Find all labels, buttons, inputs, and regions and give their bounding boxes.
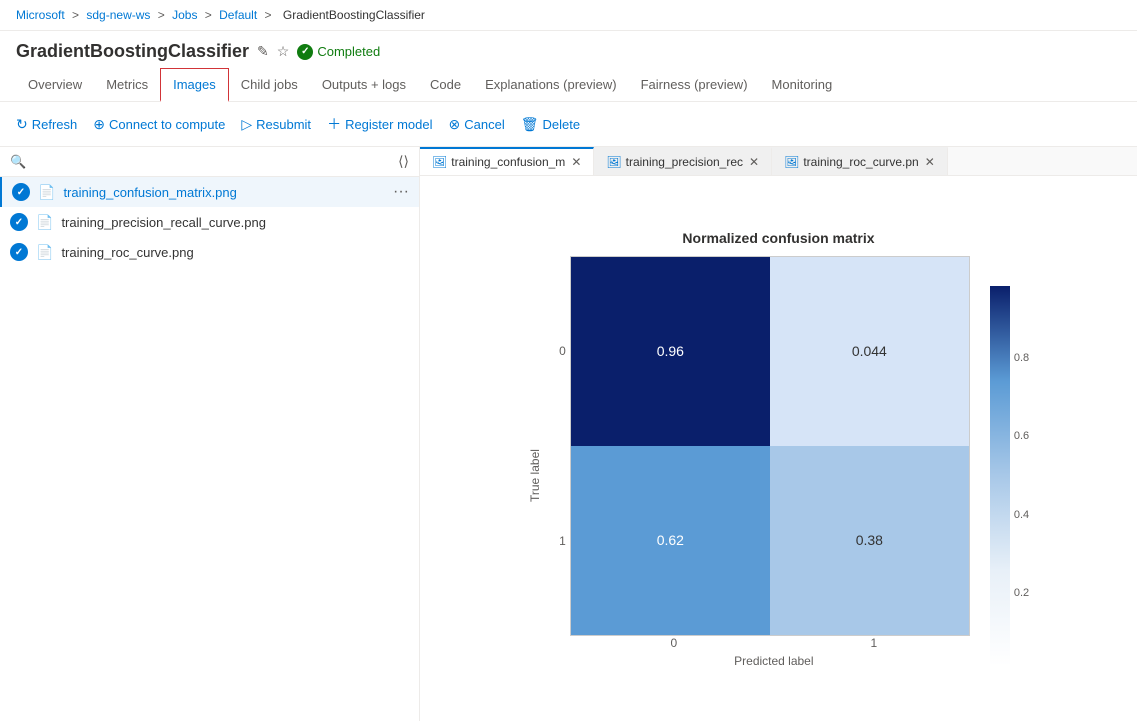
colorbar-tick-3: 0.2 — [1014, 587, 1029, 599]
y-label-0: 0 — [550, 344, 566, 358]
tabs-bar: Overview Metrics Images Child jobs Outpu… — [0, 68, 1137, 102]
tab-code[interactable]: Code — [418, 69, 473, 102]
refresh-button[interactable]: ↻ Refresh — [16, 112, 77, 137]
y-axis-label: True label — [528, 286, 542, 666]
collapse-button[interactable]: ⟨⟩ — [398, 153, 409, 170]
matrix-grid: 0.96 0.044 0.62 0.38 — [570, 256, 970, 636]
main-layout: 🔍 ⟨⟩ 📄 training_confusion_matrix.png ···… — [0, 147, 1137, 721]
matrix-cell-0-1: 0.044 — [770, 257, 969, 446]
colorbar-tick-2: 0.4 — [1014, 509, 1029, 521]
check-icon-1 — [10, 213, 28, 231]
file-item-2[interactable]: 📄 training_roc_curve.png — [0, 237, 419, 267]
image-tab-2[interactable]: 🖼 training_roc_curve.pn ✕ — [772, 147, 948, 175]
colorbar-tick-1: 0.6 — [1014, 430, 1029, 442]
x-label-0: 0 — [574, 636, 774, 650]
tab-child-jobs[interactable]: Child jobs — [229, 69, 310, 102]
delete-button[interactable]: 🗑 Delete — [521, 112, 580, 137]
delete-icon: 🗑 — [521, 116, 539, 133]
image-tab-close-2[interactable]: ✕ — [925, 155, 935, 169]
x-axis-title: Predicted label — [574, 654, 974, 668]
chart-area: Normalized confusion matrix True label 0… — [420, 176, 1137, 721]
status-label: Completed — [317, 44, 380, 59]
resubmit-button[interactable]: ▷ Resubmit — [241, 112, 311, 137]
breadcrumb-current: GradientBoostingClassifier — [283, 8, 425, 22]
connect-button[interactable]: ⊕ Connect to compute — [93, 112, 225, 137]
refresh-icon: ↻ — [16, 116, 28, 133]
right-panel: 🖼 training_confusion_m ✕ 🖼 training_prec… — [420, 147, 1137, 721]
search-input[interactable] — [32, 154, 392, 169]
tab-monitoring[interactable]: Monitoring — [760, 69, 845, 102]
image-tabs: 🖼 training_confusion_m ✕ 🖼 training_prec… — [420, 147, 1137, 176]
status-badge: Completed — [297, 44, 380, 60]
x-axis-labels: 0 1 — [574, 636, 974, 650]
star-icon[interactable]: ☆ — [277, 43, 290, 60]
image-tab-1[interactable]: 🖼 training_precision_rec ✕ — [594, 147, 772, 175]
cancel-button[interactable]: ⊗ Cancel — [449, 112, 505, 137]
doc-icon-0: 📄 — [38, 184, 55, 201]
resubmit-icon: ▷ — [241, 116, 252, 133]
y-label-1: 1 — [550, 534, 566, 548]
tab-fairness[interactable]: Fairness (preview) — [629, 69, 760, 102]
image-tab-icon-2: 🖼 — [784, 155, 799, 169]
image-tab-label-0: training_confusion_m — [451, 155, 565, 169]
search-bar: 🔍 ⟨⟩ — [0, 147, 419, 177]
register-button[interactable]: ＋ Register model — [327, 110, 432, 138]
colorbar-gradient — [990, 286, 1010, 666]
x-label-1: 1 — [774, 636, 974, 650]
image-tab-close-0[interactable]: ✕ — [571, 155, 581, 169]
search-icon: 🔍 — [10, 154, 26, 170]
colorbar-tick-0: 0.8 — [1014, 352, 1029, 364]
page-header: GradientBoostingClassifier ✎ ☆ Completed — [0, 31, 1137, 68]
matrix-cell-1-1: 0.38 — [770, 446, 969, 635]
breadcrumb-workspace[interactable]: sdg-new-ws — [86, 8, 150, 22]
image-tab-label-1: training_precision_rec — [626, 155, 743, 169]
file-name-0[interactable]: training_confusion_matrix.png — [63, 185, 385, 200]
colorbar-labels: 0.8 0.6 0.4 0.2 — [1014, 286, 1029, 666]
doc-icon-2: 📄 — [36, 244, 53, 261]
chart-container: Normalized confusion matrix True label 0… — [528, 230, 1029, 668]
breadcrumb-jobs[interactable]: Jobs — [172, 8, 197, 22]
chart-title: Normalized confusion matrix — [528, 230, 1029, 246]
toolbar: ↻ Refresh ⊕ Connect to compute ▷ Resubmi… — [0, 102, 1137, 147]
breadcrumb: Microsoft > sdg-new-ws > Jobs > Default … — [0, 0, 1137, 31]
check-icon-0 — [12, 183, 30, 201]
tab-images[interactable]: Images — [160, 68, 229, 102]
doc-icon-1: 📄 — [36, 214, 53, 231]
image-tab-icon-1: 🖼 — [606, 155, 621, 169]
file-item-1[interactable]: 📄 training_precision_recall_curve.png — [0, 207, 419, 237]
page-title: GradientBoostingClassifier — [16, 41, 249, 62]
matrix-cell-0-0: 0.96 — [571, 257, 770, 446]
file-name-1: training_precision_recall_curve.png — [61, 215, 409, 230]
image-tab-0[interactable]: 🖼 training_confusion_m ✕ — [420, 147, 594, 175]
connect-icon: ⊕ — [93, 116, 105, 133]
image-tab-label-2: training_roc_curve.pn — [803, 155, 918, 169]
tab-overview[interactable]: Overview — [16, 69, 94, 102]
matrix-cell-1-0: 0.62 — [571, 446, 770, 635]
check-icon-2 — [10, 243, 28, 261]
y-labels: 0 1 — [550, 256, 566, 636]
tab-explanations[interactable]: Explanations (preview) — [473, 69, 629, 102]
file-list: 📄 training_confusion_matrix.png ··· 📄 tr… — [0, 177, 419, 721]
confusion-matrix-wrapper: True label 0 1 0.96 0.044 — [528, 256, 1029, 668]
file-item-0[interactable]: 📄 training_confusion_matrix.png ··· — [0, 177, 419, 207]
file-name-2: training_roc_curve.png — [61, 245, 409, 260]
colorbar: 0.8 0.6 0.4 0.2 — [990, 286, 1029, 666]
file-more-0[interactable]: ··· — [393, 183, 409, 201]
edit-icon[interactable]: ✎ — [257, 43, 269, 60]
image-tab-close-1[interactable]: ✕ — [749, 155, 759, 169]
cancel-icon: ⊗ — [449, 116, 461, 133]
register-icon: ＋ — [327, 114, 341, 134]
matrix-with-axes: 0 1 0.96 0.044 0.62 0.38 — [550, 256, 974, 668]
image-tab-icon-0: 🖼 — [432, 155, 447, 169]
tab-outputs[interactable]: Outputs + logs — [310, 69, 418, 102]
status-dot — [297, 44, 313, 60]
tab-metrics[interactable]: Metrics — [94, 69, 160, 102]
left-panel: 🔍 ⟨⟩ 📄 training_confusion_matrix.png ···… — [0, 147, 420, 721]
breadcrumb-microsoft[interactable]: Microsoft — [16, 8, 65, 22]
breadcrumb-default[interactable]: Default — [219, 8, 257, 22]
